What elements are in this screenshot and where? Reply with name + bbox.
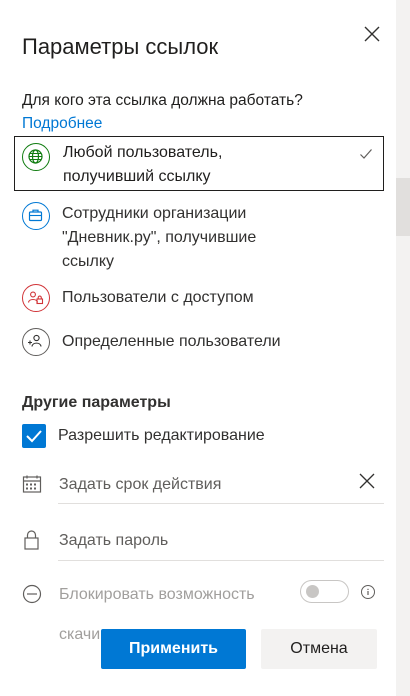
globe-icon (22, 143, 50, 171)
cancel-button[interactable]: Отмена (261, 629, 377, 669)
background-page-block (396, 178, 410, 236)
option-specific-people-label: Определенные пользователи (62, 333, 281, 350)
option-label-line: "Дневник.ру", получившие (62, 229, 257, 246)
password-underline (58, 560, 384, 561)
close-icon (364, 26, 380, 42)
option-organization[interactable]: Сотрудники организации "Дневник.ру", пол… (14, 198, 384, 274)
expiry-underline (58, 503, 384, 504)
block-download-label-cont: скачи (59, 626, 101, 643)
option-label-line: ссылку (62, 253, 115, 270)
option-anyone-label: Любой пользователь, получивший ссылку (63, 141, 222, 189)
option-people-with-access[interactable]: Пользователи с доступом (14, 282, 384, 316)
checkmark-icon (360, 149, 372, 159)
expiry-date-input[interactable]: Задать срок действия (59, 476, 221, 494)
option-label-line: получивший ссылку (63, 168, 211, 185)
other-settings-heading: Другие параметры (22, 394, 171, 411)
info-icon[interactable] (361, 585, 375, 599)
block-icon (22, 584, 42, 604)
close-button[interactable] (360, 22, 384, 46)
allow-edit-label: Разрешить редактирование (58, 427, 265, 444)
apply-button[interactable]: Применить (101, 629, 246, 669)
lock-icon (24, 530, 39, 550)
block-download-toggle[interactable] (300, 580, 349, 603)
learn-more-link[interactable]: Подробнее (22, 115, 102, 133)
option-specific-people[interactable]: Определенные пользователи (14, 326, 384, 360)
people-add-icon (22, 328, 50, 356)
password-input[interactable]: Задать пароль (59, 532, 168, 550)
block-download-label: Блокировать возможность (59, 586, 255, 603)
audience-question: Для кого эта ссылка должна работать? (22, 92, 303, 109)
allow-edit-checkbox[interactable] (22, 424, 46, 448)
briefcase-icon (22, 202, 50, 230)
option-label-line: Сотрудники организации (62, 205, 247, 222)
calendar-icon (22, 475, 42, 493)
background-page-strip (396, 0, 410, 696)
toggle-knob (306, 585, 319, 598)
option-label-line: Любой пользователь, (63, 144, 223, 161)
clear-expiry-icon[interactable] (358, 472, 376, 490)
option-organization-label: Сотрудники организации "Дневник.ру", пол… (62, 202, 256, 274)
checkbox-check-icon (26, 430, 42, 443)
people-lock-icon (22, 284, 50, 312)
link-settings-panel: Параметры ссылок Для кого эта ссылка дол… (0, 0, 396, 696)
option-anyone[interactable]: Любой пользователь, получивший ссылку (14, 136, 384, 191)
option-people-with-access-label: Пользователи с доступом (62, 289, 254, 306)
dialog-title: Параметры ссылок (22, 34, 219, 59)
